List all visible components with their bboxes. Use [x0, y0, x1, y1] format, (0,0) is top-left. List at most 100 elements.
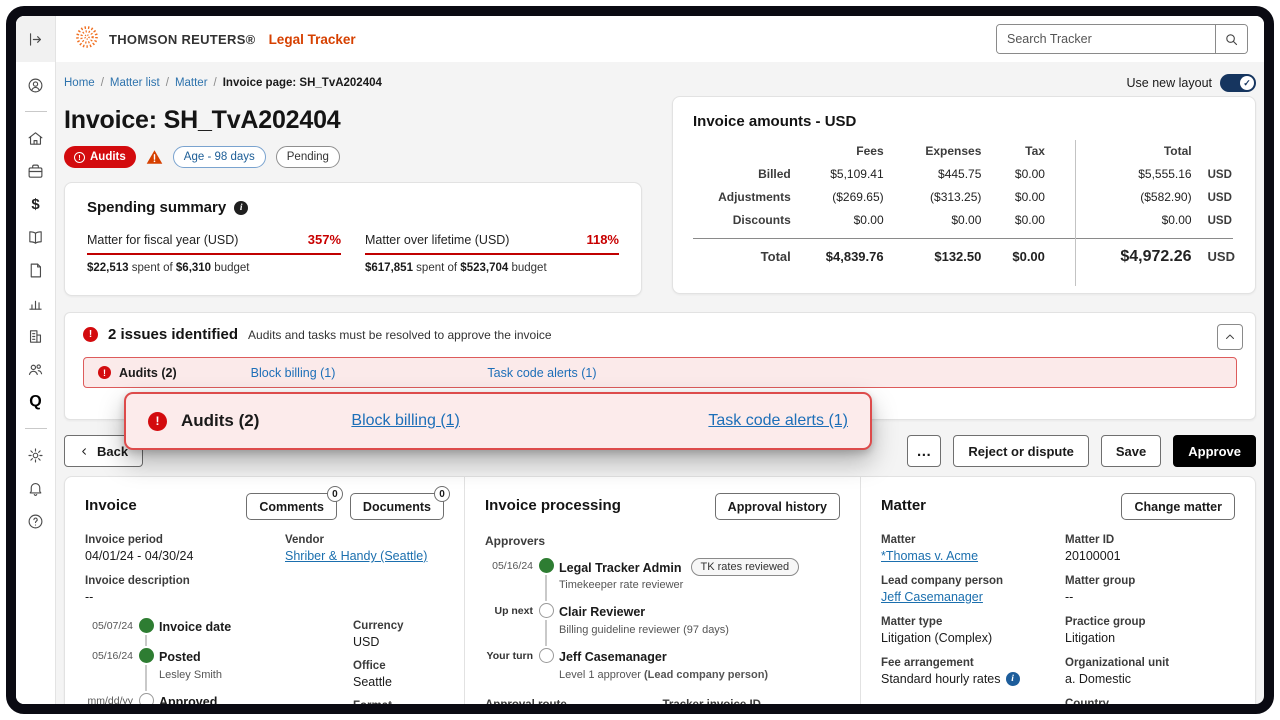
notifications-bell-icon[interactable]: [27, 479, 45, 497]
company-name: THOMSON REUTERS®: [109, 32, 256, 47]
book-icon[interactable]: [27, 228, 45, 246]
col-fees: Fees: [791, 144, 884, 158]
alert-icon: !: [74, 152, 85, 163]
tk-rates-reviewed-pill: TK rates reviewed: [691, 558, 800, 576]
breadcrumb-matter-list[interactable]: Matter list: [110, 77, 160, 89]
save-button[interactable]: Save: [1101, 435, 1161, 467]
tab-task-code-alerts[interactable]: Task code alerts (1): [487, 366, 596, 380]
invoice-period-field: Invoice period 04/01/24 - 04/30/24: [85, 534, 285, 563]
matters-briefcase-icon[interactable]: [27, 162, 45, 180]
invoice-processing-section: Invoice processing Approval history Appr…: [465, 477, 861, 704]
breadcrumb-matter[interactable]: Matter: [175, 77, 208, 89]
col-expenses: Expenses: [884, 144, 982, 158]
toggle-check-icon: ✓: [1240, 76, 1254, 90]
lead-company-person-link[interactable]: Jeff Casemanager: [881, 590, 983, 604]
spend-label: Matter over lifetime (USD): [365, 233, 509, 247]
breadcrumb-home[interactable]: Home: [64, 77, 95, 89]
popup-task-code-link[interactable]: Task code alerts (1): [708, 412, 848, 430]
done-dot-icon: [139, 648, 154, 663]
organizational-unit-field: Organizational unit a. Domestic: [1065, 657, 1235, 686]
search-input[interactable]: [997, 25, 1215, 53]
change-matter-button[interactable]: Change matter: [1121, 493, 1235, 520]
issues-subtitle: Audits and tasks must be resolved to app…: [248, 328, 552, 342]
alert-icon: !: [98, 366, 111, 379]
matter-link[interactable]: *Thomas v. Acme: [881, 549, 978, 563]
timeline-approved: mm/dd/yy Approved: [85, 693, 353, 704]
top-bar: THOMSON REUTERS® Legal Tracker: [56, 16, 1264, 62]
table-row-billed: Billed $5,109.41 $445.75 $0.00 $5,555.16…: [693, 167, 1235, 181]
approvers-timeline: 05/16/24 Legal Tracker Admin TK rates re…: [485, 558, 840, 693]
table-row-total: Total $4,839.76 $132.50 $0.00 $4,972.26 …: [693, 248, 1235, 266]
comments-button[interactable]: Comments 0: [246, 493, 337, 520]
breadcrumb: Home / Matter list / Matter / Invoice pa…: [64, 77, 382, 89]
settings-gear-icon[interactable]: [27, 446, 45, 464]
matter-field: Matter *Thomas v. Acme: [881, 534, 1065, 563]
breadcrumb-separator: /: [214, 77, 217, 89]
more-actions-button[interactable]: …: [907, 435, 941, 467]
approve-button[interactable]: Approve: [1173, 435, 1256, 467]
table-row-adjustments: Adjustments ($269.65) ($313.25) $0.00 ($…: [693, 190, 1235, 204]
country-field: Country United States: [1065, 698, 1235, 704]
thomson-reuters-logo-icon: [74, 24, 100, 55]
tab-audits[interactable]: ! Audits (2): [98, 366, 177, 380]
processing-section-title: Invoice processing: [485, 493, 621, 514]
warning-triangle-icon: [146, 149, 163, 165]
reject-or-dispute-button[interactable]: Reject or dispute: [953, 435, 1088, 467]
home-icon[interactable]: [27, 129, 45, 147]
chevron-up-icon: [1224, 331, 1236, 343]
info-icon[interactable]: i: [234, 201, 248, 215]
documents-button[interactable]: Documents 0: [350, 493, 444, 520]
pending-dot-icon: [539, 648, 554, 663]
spend-fiscal-year: Matter for fiscal year (USD) 357% $22,51…: [87, 232, 341, 274]
tab-block-billing[interactable]: Block billing (1): [251, 366, 336, 380]
matter-id-field: Matter ID 20100001: [1065, 534, 1235, 563]
account-icon[interactable]: [27, 76, 45, 94]
documents-count-badge: 0: [434, 486, 450, 502]
matter-type-field: Matter type Litigation (Complex): [881, 616, 1065, 645]
main-area: THOMSON REUTERS® Legal Tracker Home / Ma…: [56, 16, 1264, 704]
document-icon[interactable]: [27, 261, 45, 279]
org-building-icon[interactable]: [27, 327, 45, 345]
popup-audits-tab[interactable]: Audits (2): [181, 411, 259, 431]
spend-detail: $617,851 spent of $523,704 budget: [365, 262, 619, 274]
bar-chart-icon[interactable]: [27, 294, 45, 312]
approver-row: Your turn Jeff Casemanager Level 1 appro…: [485, 648, 840, 693]
done-dot-icon: [539, 558, 554, 573]
spend-percent: 357%: [308, 232, 341, 247]
alert-icon: !: [83, 327, 98, 342]
pending-dot-icon: [539, 603, 554, 618]
people-icon[interactable]: [27, 360, 45, 378]
table-divider: [1075, 140, 1076, 286]
invoice-timeline: 05/07/24 Invoice date 05/16/24 Posted Le…: [85, 618, 353, 704]
app-window: $ Q: [6, 6, 1274, 714]
popup-block-billing-link[interactable]: Block billing (1): [351, 412, 459, 430]
audits-badge[interactable]: ! Audits: [64, 146, 136, 168]
vendor-link[interactable]: Shriber & Handy (Seattle): [285, 549, 427, 563]
age-badge: Age - 98 days: [173, 146, 266, 168]
matter-section: Matter Change matter Matter *Thomas v. A…: [861, 477, 1255, 704]
left-sidebar: $ Q: [16, 16, 56, 704]
invoice-description-field: Invoice description --: [85, 575, 285, 604]
spend-lifetime: Matter over lifetime (USD) 118% $617,851…: [365, 232, 619, 274]
spending-summary-card: Spending summary i Matter for fiscal yea…: [64, 182, 642, 296]
help-icon[interactable]: [27, 512, 45, 530]
practice-group-field: Practice group Litigation: [1065, 616, 1235, 645]
search-icon: [1224, 32, 1239, 47]
use-new-layout-toggle[interactable]: ✓: [1220, 74, 1256, 92]
comments-count-badge: 0: [327, 486, 343, 502]
expand-sidebar-icon[interactable]: [27, 30, 45, 48]
spend-dollar-icon[interactable]: $: [27, 195, 45, 213]
breadcrumb-separator: /: [101, 77, 104, 89]
invoice-amounts-card: Invoice amounts - USD Fees Expenses Tax …: [672, 96, 1256, 294]
cocounsel-q-icon[interactable]: Q: [27, 393, 45, 411]
search-button[interactable]: [1215, 25, 1247, 53]
format-field: Format LEDES 1998B: [353, 700, 444, 704]
info-icon[interactable]: i: [1006, 672, 1020, 686]
collapse-issues-button[interactable]: [1217, 324, 1243, 350]
issues-popup: ! Audits (2) Block billing (1) Task code…: [124, 392, 872, 450]
approval-route-field: Approval route General: [485, 699, 663, 704]
col-total: Total: [1045, 144, 1192, 158]
currency-field: Currency USD: [353, 620, 444, 649]
approval-history-button[interactable]: Approval history: [715, 493, 840, 520]
tracker-invoice-id-field: Tracker invoice ID 182856: [663, 699, 841, 704]
